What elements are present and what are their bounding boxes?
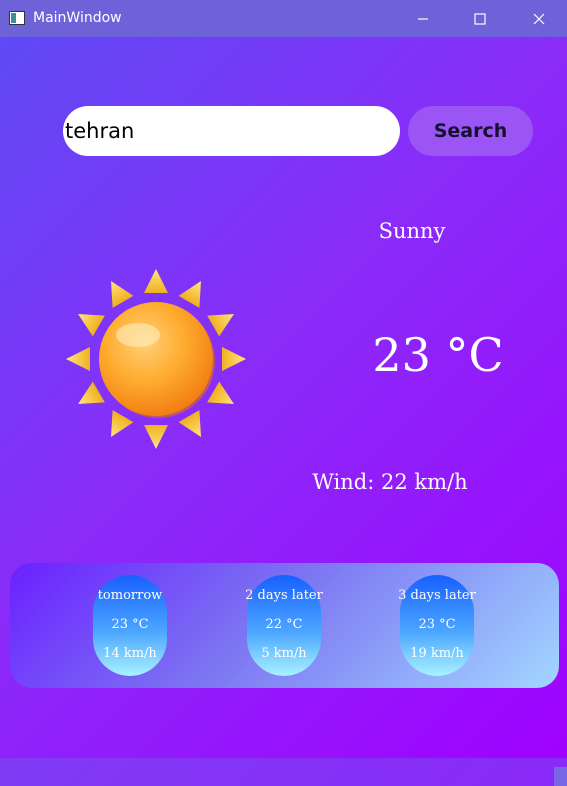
- close-icon: [533, 13, 545, 25]
- city-search-input[interactable]: [63, 106, 400, 156]
- window-title: MainWindow: [33, 10, 122, 26]
- app-icon: [9, 11, 25, 25]
- forecast-card: tomorrow 23 °C 14 km/h: [93, 575, 167, 676]
- forecast-temperature: 23 °C: [418, 617, 456, 632]
- current-temperature: 23 °C: [372, 328, 504, 382]
- title-bar: MainWindow: [0, 0, 567, 37]
- forecast-card: 3 days later 23 °C 19 km/h: [398, 575, 476, 676]
- forecast-wind: 14 km/h: [103, 646, 157, 661]
- forecast-day: 3 days later: [398, 588, 476, 603]
- forecast-temperature: 23 °C: [111, 617, 149, 632]
- maximize-icon: [474, 13, 486, 25]
- forecast-day: tomorrow: [97, 588, 163, 603]
- status-bar: [0, 758, 567, 786]
- minimize-icon: [418, 18, 428, 20]
- close-button[interactable]: [516, 4, 562, 33]
- forecast-wind: 19 km/h: [410, 646, 464, 661]
- sun-icon: [66, 269, 246, 449]
- maximize-button[interactable]: [457, 4, 503, 33]
- forecast-temperature: 22 °C: [265, 617, 303, 632]
- forecast-card: 2 days later 22 °C 5 km/h: [245, 575, 323, 676]
- search-button[interactable]: Search: [408, 106, 533, 156]
- minimize-button[interactable]: [400, 4, 446, 33]
- resize-grip[interactable]: [554, 767, 567, 786]
- forecast-wind: 5 km/h: [261, 646, 307, 661]
- weather-condition: Sunny: [378, 219, 446, 243]
- forecast-panel: tomorrow 23 °C 14 km/h 2 days later 22 °…: [10, 563, 559, 688]
- forecast-day: 2 days later: [245, 588, 323, 603]
- current-wind: Wind: 22 km/h: [312, 470, 468, 494]
